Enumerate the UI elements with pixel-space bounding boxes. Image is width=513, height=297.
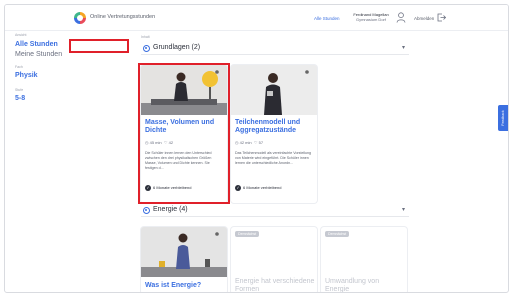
lesson-title: Energie hat verschiedene Formen: [235, 278, 315, 293]
section-label: Energie (4): [153, 206, 188, 213]
target-icon: [143, 207, 150, 214]
main-caption: Inhalt: [141, 35, 150, 39]
selection-highlight-sidebar: [69, 39, 129, 53]
user-icon[interactable]: [396, 12, 406, 23]
target-icon: [143, 45, 150, 52]
section-label: Grundlagen (2): [153, 44, 201, 51]
status-badge: Demnächst: [235, 231, 260, 237]
user-info: Ferdinand Magellan Gymnasium Dorf: [351, 12, 391, 22]
logo-icon[interactable]: [74, 12, 86, 24]
lesson-title[interactable]: Teilchenmodell und Aggregatzustände: [235, 119, 315, 135]
sidebar-caption-view: Ansicht: [15, 33, 27, 37]
lesson-card-energie-formen: Demnächst Energie hat verschiedene Forme…: [231, 227, 317, 293]
teacher-video-image: [231, 65, 317, 115]
sidebar-caption-subject: Fach: [15, 65, 23, 69]
lesson-remaining: ✓ 6 Monate verbleibend: [235, 185, 281, 191]
lesson-card-umwandlung: Demnächst Umwandlung von Energie: [321, 227, 407, 293]
lesson-title[interactable]: Was ist Energie?: [145, 282, 225, 290]
lesson-title: Umwandlung von Energie: [325, 278, 380, 293]
logout-link[interactable]: Abmelden: [414, 16, 434, 21]
sidebar-item-grade[interactable]: 5-8: [15, 95, 25, 102]
lesson-card-was-ist-energie[interactable]: Was ist Energie?: [141, 227, 227, 292]
sidebar-item-all-lessons[interactable]: Alle Stunden: [15, 41, 58, 48]
user-school: Gymnasium Dorf: [355, 17, 386, 22]
section-energie[interactable]: Energie (4) ▾: [141, 205, 409, 217]
teacher-video-image: [141, 227, 227, 277]
chevron-down-icon[interactable]: ▾: [402, 44, 405, 51]
feedback-tab[interactable]: Feedback: [498, 105, 508, 131]
sidebar-caption-grade: Stufe: [15, 88, 24, 92]
nav-all-lessons-link[interactable]: Alle Stunden: [314, 16, 340, 21]
top-bar: Online Vertretungsstunden Alle Stunden F…: [5, 5, 508, 31]
lesson-thumbnail: [141, 227, 227, 277]
like-icon: ♡: [253, 140, 258, 145]
feedback-label: Feedback: [501, 110, 505, 126]
lesson-meta: ◷ 42 min ♡ 57: [235, 140, 263, 145]
status-badge: Demnächst: [325, 231, 350, 237]
app-window: Online Vertretungsstunden Alle Stunden F…: [4, 4, 509, 293]
section-grundlagen[interactable]: Grundlagen (2) ▾: [141, 43, 409, 55]
sidebar-item-subject[interactable]: Physik: [15, 72, 38, 79]
selection-highlight-card: [138, 63, 230, 204]
lesson-thumbnail: [231, 65, 317, 115]
lesson-card-teilchenmodell[interactable]: Teilchenmodell und Aggregatzustände ◷ 42…: [231, 65, 317, 203]
check-icon: ✓: [235, 185, 241, 191]
app-title[interactable]: Online Vertretungsstunden: [90, 14, 155, 20]
lesson-duration: 42 min: [239, 140, 252, 145]
lesson-likes: 57: [258, 140, 264, 145]
clock-icon: ◷: [235, 140, 239, 145]
logout-icon[interactable]: [437, 13, 446, 22]
lesson-description: Das Teilchenmodell als vereinfachte Vors…: [235, 151, 312, 165]
chevron-down-icon[interactable]: ▾: [402, 206, 405, 213]
remaining-text: 6 Monate verbleibend: [243, 185, 282, 191]
sidebar-item-my-lessons[interactable]: Meine Stunden: [15, 51, 62, 58]
